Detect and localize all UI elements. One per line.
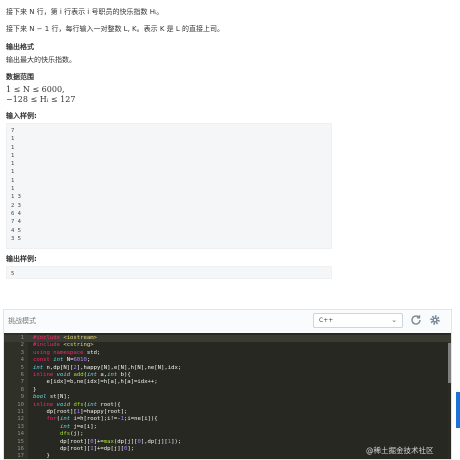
line-number: 11 [17,409,24,415]
code-text: bool st[N]; [33,394,71,401]
code-text: e[idx]=b,ne[idx]=h[a],h[a]=idx++; [33,379,158,386]
code-text: dp[root][0]+=max(dp[j][0],dp[j][1]); [33,438,182,445]
code-text: dp[root][1]+=dp[j][0]; [33,446,135,452]
output-format-heading: 输出格式 [6,43,34,51]
sample-line: 6 4 [11,210,21,217]
line-number: 2 [20,342,24,349]
challenge-mode-label[interactable]: 挑战模式 [8,316,36,326]
line-number: 4 [20,357,24,364]
watermark-text: @稀土掘金技术社区 [366,446,434,455]
code-editor-panel: 挑战模式 C++ ⌄ 1 #include <iostream> 2 #include… [3,309,452,460]
sample-output-block: 5 [6,266,332,279]
line-number: 15 [17,438,24,445]
code-line[interactable]: 2 #include <cstring> [4,342,451,349]
code-text: #include <cstring> [33,342,94,349]
code-text: for(int i=h[root];i!=-1;i=ne[i]){ [46,416,158,423]
feedback-tab[interactable] [456,392,460,428]
line-number: 8 [20,386,24,393]
editor-toolbar: 挑战模式 C++ ⌄ [4,310,451,332]
line-number: 17 [17,453,24,459]
chevron-down-icon: ⌄ [391,316,397,324]
sample-line: 3 5 [11,235,21,242]
line-number: 9 [20,394,24,401]
sample-line: 1 [11,136,15,143]
sample-line: 7 [11,128,15,134]
sample-line: 1 [11,186,15,193]
sample-line: 5 [11,271,15,277]
code-text: inline void dfs(int root){ [33,401,121,408]
input-desc-line-1: 接下来 N 行，第 i 行表示 i 号职员的快乐指数 Hᵢ。 [6,8,164,16]
range-line-2: −128 ≤ Hᵢ ≤ 127 [6,95,76,104]
code-line[interactable]: 6 inline void add(int a,int b){ [4,372,451,379]
sample-input-heading: 输入样例: [6,112,37,120]
line-number: 5 [20,364,24,371]
output-format-text: 输出最大的快乐指数。 [6,56,76,64]
code-line[interactable]: 4 const int N=6010; [4,357,451,364]
code-text: #include <iostream> [33,335,97,341]
sample-line: 2 3 [11,202,21,209]
gear-icon[interactable] [428,313,442,327]
code-line[interactable]: 5 int n,dp[N][2],happy[N],e[N],h[N],ne[N]… [4,365,451,372]
range-heading: 数据范围 [6,73,34,81]
line-number: 13 [17,423,24,430]
code-line[interactable]: 11 dp[root][1]=happy[root]; [4,409,451,416]
code-text: int j=e[i]; [59,423,98,430]
sample-line: 4 5 [11,227,21,234]
line-number: 1 [20,335,24,341]
code-line[interactable]: 9 bool st[N]; [4,394,451,401]
language-selected: C++ [319,317,334,324]
refresh-icon[interactable] [409,313,423,327]
code-text: using namespace std; [33,349,101,356]
code-line[interactable]: 7 e[idx]=b,ne[idx]=h[a],h[a]=idx++; [4,379,451,386]
code-text: dfs(j); [59,431,84,438]
code-text: inline void add(int a,int b){ [33,372,131,378]
input-desc-line-2: 接下来 N − 1 行，每行输入一对整数 L, K。表示 K 是 L 的直接上司… [6,25,225,33]
line-number: 16 [17,446,24,452]
code-line[interactable]: 12 for(int i=h[root];i!=-1;i=ne[i]){ [4,416,451,423]
sample-line: 1 [11,144,15,151]
line-number: 10 [17,401,24,408]
language-select[interactable]: C++ ⌄ [313,313,403,328]
code-line[interactable]: 14 dfs(j); [4,431,451,438]
code-text: const int N=6010; [33,357,91,364]
sample-line: 1 [11,177,15,184]
code-editor[interactable]: 1 #include <iostream> 2 #include <cstring> 3… [4,333,451,459]
code-line[interactable]: 10 inline void dfs(int root){ [4,402,451,409]
sample-line: 1 [11,152,15,159]
code-line[interactable]: 3 using namespace std; [4,350,451,357]
line-number: 6 [20,372,24,378]
code-line[interactable]: 1 #include <iostream> [4,335,451,343]
line-number: 12 [17,416,24,423]
sample-line: 1 [11,169,15,176]
code-line[interactable]: 8} [4,387,451,394]
sample-output-heading: 输出样例: [6,255,37,263]
line-number: 7 [20,379,24,386]
code-text: } [33,453,50,459]
code-text: } [33,386,37,393]
sample-input-block: 711111111 32 36 47 44 53 5 [6,123,332,249]
sample-line: 1 3 [11,194,21,201]
sample-line: 1 [11,161,15,168]
code-text: dp[root][1]=happy[root]; [33,409,128,415]
code-line[interactable]: 13 int j=e[i]; [4,424,451,431]
line-number: 14 [17,431,24,438]
code-text: int n,dp[N][2],happy[N],e[N],h[N],ne[N],… [33,364,182,371]
sample-line: 7 4 [11,219,21,226]
line-number: 3 [20,349,24,356]
